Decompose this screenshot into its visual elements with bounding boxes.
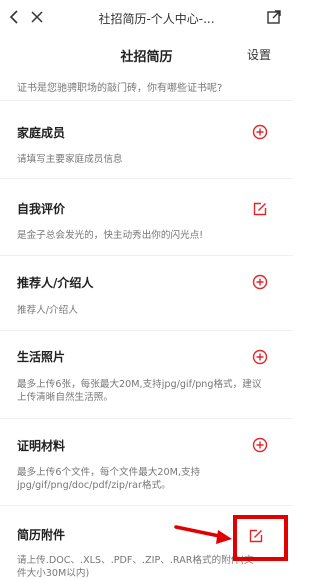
share-icon[interactable]: [265, 8, 283, 26]
divider: [0, 100, 293, 101]
section-title: 简历附件: [17, 528, 66, 542]
back-icon[interactable]: [6, 8, 24, 26]
section-desc: 最多上传6个文件，每个文件最大20M,支持jpg/gif/png/doc/pdf…: [17, 467, 201, 491]
section-title: 生活照片: [17, 350, 66, 364]
annotation-highlight-box: [233, 515, 288, 561]
settings-link[interactable]: 设置: [247, 46, 271, 63]
add-family-member-plus-circle-icon[interactable]: [252, 124, 268, 140]
browser-top-bar: 社招简历-个人中心-...: [0, 0, 293, 36]
section-title: 自我评价: [17, 202, 66, 216]
edit-self-evaluation-edit-icon[interactable]: [252, 201, 268, 217]
section-title: 证明材料: [17, 439, 66, 453]
page-header: 社招简历 设置: [0, 36, 293, 72]
browser-title: 社招简历-个人中心-...: [98, 12, 215, 26]
section-desc: 最多上传6张，每张最大20M,支持jpg/gif/png格式，建议上传清晰自然生…: [17, 379, 262, 403]
section-title: 家庭成员: [17, 126, 66, 140]
annotation-arrow-icon: [174, 525, 232, 544]
add-proof-material-plus-circle-icon[interactable]: [252, 437, 268, 453]
divider: [0, 418, 293, 419]
add-life-photo-plus-circle-icon[interactable]: [252, 349, 268, 365]
divider: [0, 330, 293, 331]
close-icon[interactable]: [28, 8, 46, 26]
divider: [0, 178, 293, 179]
section-desc: 是金子总会发光的，快主动秀出你的闪光点!: [17, 230, 204, 241]
divider: [0, 505, 293, 506]
divider: [0, 255, 293, 256]
section-title: 推荐人/介绍人: [17, 276, 94, 290]
certificate-desc: 证书是您驰骋职场的敲门砖，你有哪些证书呢?: [17, 83, 223, 94]
add-referrer-plus-circle-icon[interactable]: [252, 274, 268, 290]
section-desc: 推荐人/介绍人: [17, 305, 78, 316]
section-desc: 请填写主要家庭成员信息: [17, 154, 123, 165]
section-desc: 请上传.DOC、.XLS、.PDF、.ZIP、.RAR格式的附件(文件大小30M…: [17, 555, 254, 579]
